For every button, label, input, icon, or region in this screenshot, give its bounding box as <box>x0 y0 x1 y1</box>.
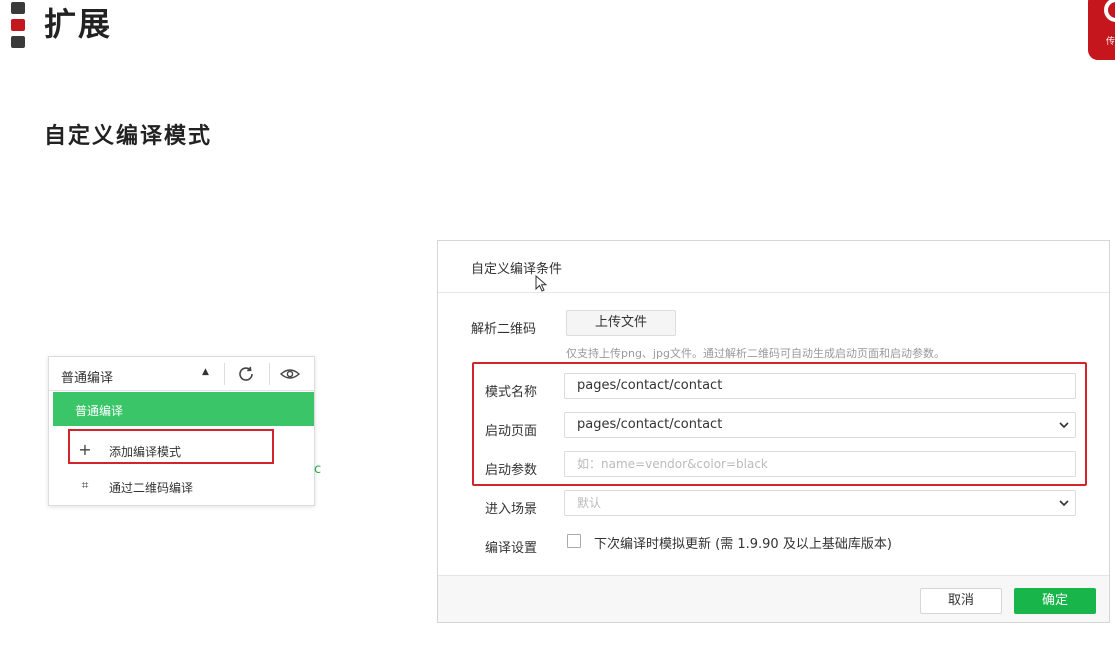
eye-icon[interactable] <box>279 366 301 382</box>
slide-bullet-icon <box>11 2 25 48</box>
scene-label: 进入场景 <box>485 502 538 517</box>
upload-file-button[interactable]: 上传文件 <box>566 310 676 336</box>
compile-mode-select[interactable]: 普通编译 ▲ <box>49 357 314 391</box>
scene-select[interactable]: 默认 <box>564 490 1076 516</box>
qrcode-label: 解析二维码 <box>471 322 537 337</box>
selected-mode-label: 普通编译 <box>61 371 114 386</box>
caret-up-icon[interactable]: ▲ <box>202 367 209 377</box>
brand-logo: 传 <box>1088 0 1115 60</box>
chevron-down-icon <box>1059 500 1069 507</box>
menu-item-normal-compile[interactable]: 普通编译 <box>53 392 314 426</box>
section-title: 自定义编译模式 <box>44 124 213 149</box>
simulate-update-checkbox[interactable] <box>567 534 581 548</box>
compile-settings-label: 编译设置 <box>485 541 538 556</box>
mouse-cursor-icon <box>535 275 547 292</box>
qrcode-hint: 仅支持上传png、jpg文件。通过解析二维码可自动生成启动页面和启动参数。 <box>566 347 945 360</box>
cancel-button[interactable]: 取消 <box>920 588 1002 614</box>
menu-item-qrcode-compile[interactable]: ⌗ 通过二维码编译 <box>53 468 314 504</box>
qrcode-icon: ⌗ <box>81 478 89 492</box>
slide-title: 扩展 <box>44 5 113 43</box>
partial-background-text: c <box>314 462 322 477</box>
simulate-update-label: 下次编译时模拟更新 (需 1.9.90 及以上基础库版本) <box>594 537 892 552</box>
refresh-icon[interactable] <box>235 363 257 385</box>
dialog-title: 自定义编译条件 <box>471 262 563 277</box>
highlight-box-add-mode <box>68 429 274 464</box>
dialog-footer: 取消 确定 <box>438 576 1109 622</box>
confirm-button[interactable]: 确定 <box>1014 588 1096 614</box>
highlight-box-fields <box>472 362 1087 486</box>
